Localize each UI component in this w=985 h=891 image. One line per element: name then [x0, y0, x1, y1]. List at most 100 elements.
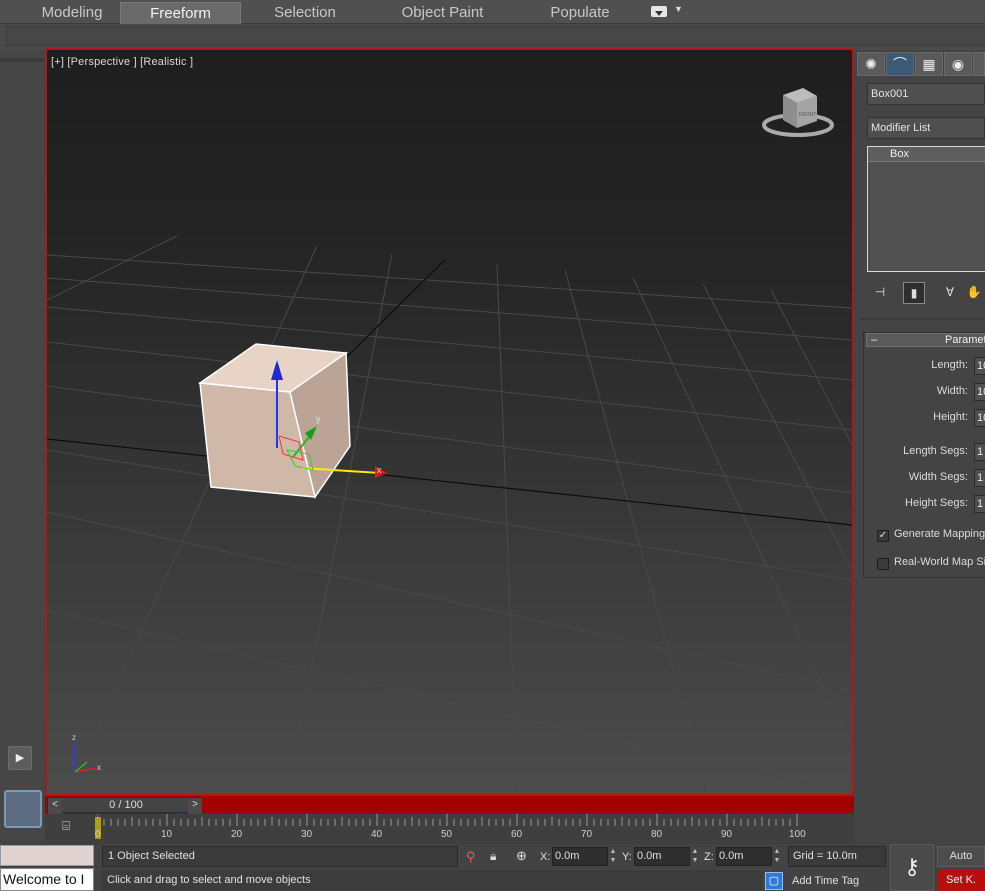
length-segs-field[interactable]: 1: [974, 443, 985, 461]
pin-stack-icon[interactable]: ⊣: [869, 282, 891, 304]
add-time-tag-button[interactable]: Add Time Tag: [788, 871, 886, 891]
stack-item-box[interactable]: Box: [868, 147, 985, 162]
track-tick: 50: [441, 829, 453, 840]
ground-grid: [47, 235, 852, 794]
time-tag-icon[interactable]: ▢: [765, 872, 783, 890]
motion-icon[interactable]: ◉: [944, 52, 972, 76]
time-slider-value: 0 / 100: [109, 799, 143, 811]
z-spinner-icon[interactable]: ▲ ▼: [772, 847, 782, 866]
track-ruler: [97, 814, 798, 826]
selection-status: 1 Object Selected: [102, 846, 458, 867]
height-segs-label: Height Segs:: [905, 497, 968, 509]
viewcube[interactable]: FRONT: [762, 88, 834, 137]
width-field[interactable]: 10: [974, 383, 985, 401]
command-panel: ✺ ⌒ ▦ ◉ Box001 Modifier List Box ⊣ ▮ ∀ ✋…: [855, 50, 985, 840]
track-tick: 40: [371, 829, 383, 840]
x-spinner-icon[interactable]: ▲ ▼: [608, 847, 618, 866]
x-coord-label: X:: [540, 851, 551, 863]
y-coord-label: Y:: [622, 851, 632, 863]
rollout-title: Paramet: [945, 334, 985, 346]
real-world-map-size-label: Real-World Map Siz: [894, 556, 985, 568]
previous-frame-button[interactable]: <: [48, 798, 62, 814]
divider: [859, 318, 985, 320]
svg-text:z: z: [72, 733, 76, 742]
ribbon-options-icon[interactable]: [651, 6, 667, 17]
tab-populate[interactable]: Populate: [535, 2, 625, 24]
ribbon-panel: [0, 24, 985, 50]
length-label: Length:: [931, 359, 968, 371]
length-field[interactable]: 10: [974, 357, 985, 375]
track-tick: 30: [301, 829, 313, 840]
track-tick: 100: [789, 829, 806, 840]
maxscript-listener-output[interactable]: Welcome to I: [0, 868, 94, 891]
play-icon[interactable]: ▶: [8, 746, 32, 770]
viewport-label[interactable]: [+] [Perspective ] [Realistic ]: [51, 56, 193, 68]
height-field[interactable]: 10: [974, 409, 985, 427]
width-label: Width:: [936, 385, 968, 397]
absolute-mode-icon[interactable]: ⊕: [516, 848, 527, 864]
height-segs-field[interactable]: 1: [974, 495, 985, 513]
track-tick: 70: [581, 829, 593, 840]
prompt-line: Click and drag to select and move object…: [102, 870, 762, 891]
chevron-down-icon[interactable]: ▼: [674, 4, 683, 14]
show-end-result-icon[interactable]: ▮: [903, 282, 925, 304]
y-coord-field[interactable]: 0.0m: [634, 847, 690, 866]
track-tick: 60: [511, 829, 523, 840]
object-name-field[interactable]: Box001: [867, 83, 985, 105]
tab-object-paint[interactable]: Object Paint: [385, 2, 500, 24]
ribbon-tab-bar: Modeling Freeform Selection Object Paint…: [0, 0, 985, 24]
z-coord-field[interactable]: 0.0m: [716, 847, 772, 866]
generate-mapping-checkbox[interactable]: ✓: [877, 530, 889, 542]
track-tick: 80: [651, 829, 663, 840]
collapse-icon[interactable]: –: [871, 334, 877, 346]
height-label: Height:: [933, 411, 968, 423]
remove-modifier-icon[interactable]: ✋: [963, 282, 985, 304]
viewport-layout-thumbnail[interactable]: [4, 790, 42, 828]
width-segs-field[interactable]: 1: [974, 469, 985, 487]
viewport-scene: z x y FRONT z x: [47, 88, 852, 794]
divider: [0, 58, 44, 62]
width-segs-label: Width Segs:: [908, 471, 968, 483]
ribbon-panel-content: [6, 26, 985, 46]
display-icon[interactable]: [973, 52, 985, 76]
parameters-rollout: – Paramet Length: 10 Width: 10 Height: 1…: [863, 332, 985, 578]
svg-text:x: x: [97, 763, 101, 772]
hierarchy-icon[interactable]: ▦: [915, 52, 943, 76]
isolate-selection-icon[interactable]: ⚲: [466, 849, 476, 865]
curve-editor-icon[interactable]: ⌸: [55, 818, 77, 836]
perspective-viewport[interactable]: z x y FRONT z x [+] [Perspective ] [Real…: [45, 48, 854, 796]
track-tick: 0: [95, 829, 101, 840]
left-viewport-strip: ▶: [0, 50, 44, 840]
real-world-map-size-checkbox[interactable]: [877, 558, 889, 570]
time-slider[interactable]: < 0 / 100 >: [45, 796, 854, 814]
tab-modeling[interactable]: Modeling: [22, 2, 122, 24]
tab-freeform[interactable]: Freeform: [120, 2, 241, 24]
parameters-rollout-header[interactable]: – Paramet: [866, 333, 985, 347]
length-segs-label: Length Segs:: [903, 445, 968, 457]
svg-text:y: y: [316, 414, 321, 424]
curve-icon[interactable]: ⌒: [886, 52, 914, 76]
modifier-list-dropdown[interactable]: Modifier List: [867, 117, 985, 139]
sun-icon[interactable]: ✺: [857, 52, 885, 76]
maxscript-listener-input[interactable]: [0, 845, 94, 866]
modifier-stack[interactable]: Box: [867, 146, 985, 272]
next-frame-button[interactable]: >: [188, 798, 202, 814]
viewcube-face-label: FRONT: [799, 112, 816, 118]
make-unique-icon[interactable]: ∀: [939, 282, 961, 304]
track-bar[interactable]: ⌸ 0 10 20 30 40 50 60 70 80 90 100: [45, 814, 854, 844]
grid-size-readout: Grid = 10.0m: [788, 846, 886, 867]
auto-key-button[interactable]: Auto: [937, 846, 985, 867]
set-key-button[interactable]: Set K.: [937, 869, 985, 891]
tab-selection[interactable]: Selection: [255, 2, 355, 24]
world-axis-tripod: z x: [72, 733, 101, 773]
track-tick: 90: [721, 829, 733, 840]
x-coord-field[interactable]: 0.0m: [552, 847, 608, 866]
svg-text:x: x: [377, 465, 382, 475]
lock-icon[interactable]: 🔒︎: [490, 849, 496, 864]
track-tick: 20: [231, 829, 243, 840]
z-coord-label: Z:: [704, 851, 714, 863]
y-spinner-icon[interactable]: ▲ ▼: [690, 847, 700, 866]
generate-mapping-label: Generate Mapping: [894, 528, 985, 540]
time-slider-thumb[interactable]: < 0 / 100 >: [47, 797, 202, 814]
key-icon[interactable]: ⚷: [890, 844, 934, 891]
